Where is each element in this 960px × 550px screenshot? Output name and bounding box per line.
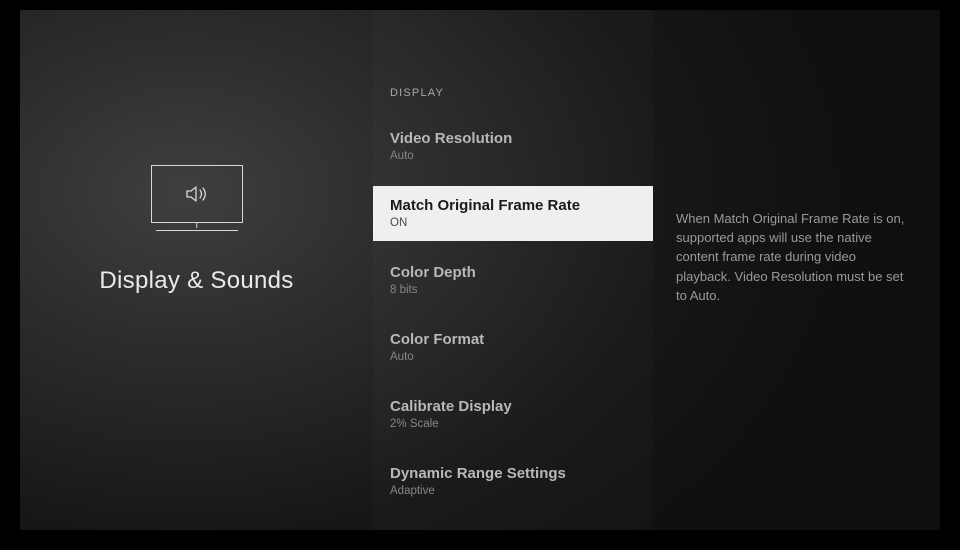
setting-item-title: Match Original Frame Rate [390, 197, 636, 214]
setting-item-title: Dynamic Range Settings [390, 465, 636, 482]
setting-item-title: Color Format [390, 331, 636, 348]
setting-item-value: Auto [390, 351, 636, 363]
setting-item-title: Video Resolution [390, 130, 636, 147]
display-sounds-icon [151, 165, 243, 223]
setting-item-dynamic-range-settings[interactable]: Dynamic Range Settings Adaptive [373, 454, 653, 509]
setting-item-match-original-frame-rate[interactable]: Match Original Frame Rate ON [373, 186, 653, 241]
setting-item-title: Calibrate Display [390, 398, 636, 415]
setting-item-value: Auto [390, 150, 636, 162]
setting-item-video-resolution[interactable]: Video Resolution Auto [373, 119, 653, 174]
setting-item-value: 8 bits [390, 284, 636, 296]
setting-item-color-format[interactable]: Color Format Auto [373, 320, 653, 375]
setting-item-value: Adaptive [390, 485, 636, 497]
section-header: DISPLAY [373, 87, 653, 119]
page-title: Display & Sounds [99, 267, 293, 295]
setting-item-title: Color Depth [390, 264, 636, 281]
description-panel: When Match Original Frame Rate is on, su… [653, 10, 940, 530]
setting-item-value: 2% Scale [390, 418, 636, 430]
speaker-icon [184, 183, 210, 205]
settings-screen: Display & Sounds DISPLAY Video Resolutio… [20, 10, 940, 530]
setting-item-color-depth[interactable]: Color Depth 8 bits [373, 253, 653, 308]
setting-description: When Match Original Frame Rate is on, su… [676, 209, 906, 305]
settings-list: DISPLAY Video Resolution Auto Match Origin… [373, 10, 653, 530]
setting-item-calibrate-display[interactable]: Calibrate Display 2% Scale [373, 387, 653, 442]
setting-item-value: ON [390, 217, 636, 229]
left-panel: Display & Sounds [20, 10, 373, 530]
